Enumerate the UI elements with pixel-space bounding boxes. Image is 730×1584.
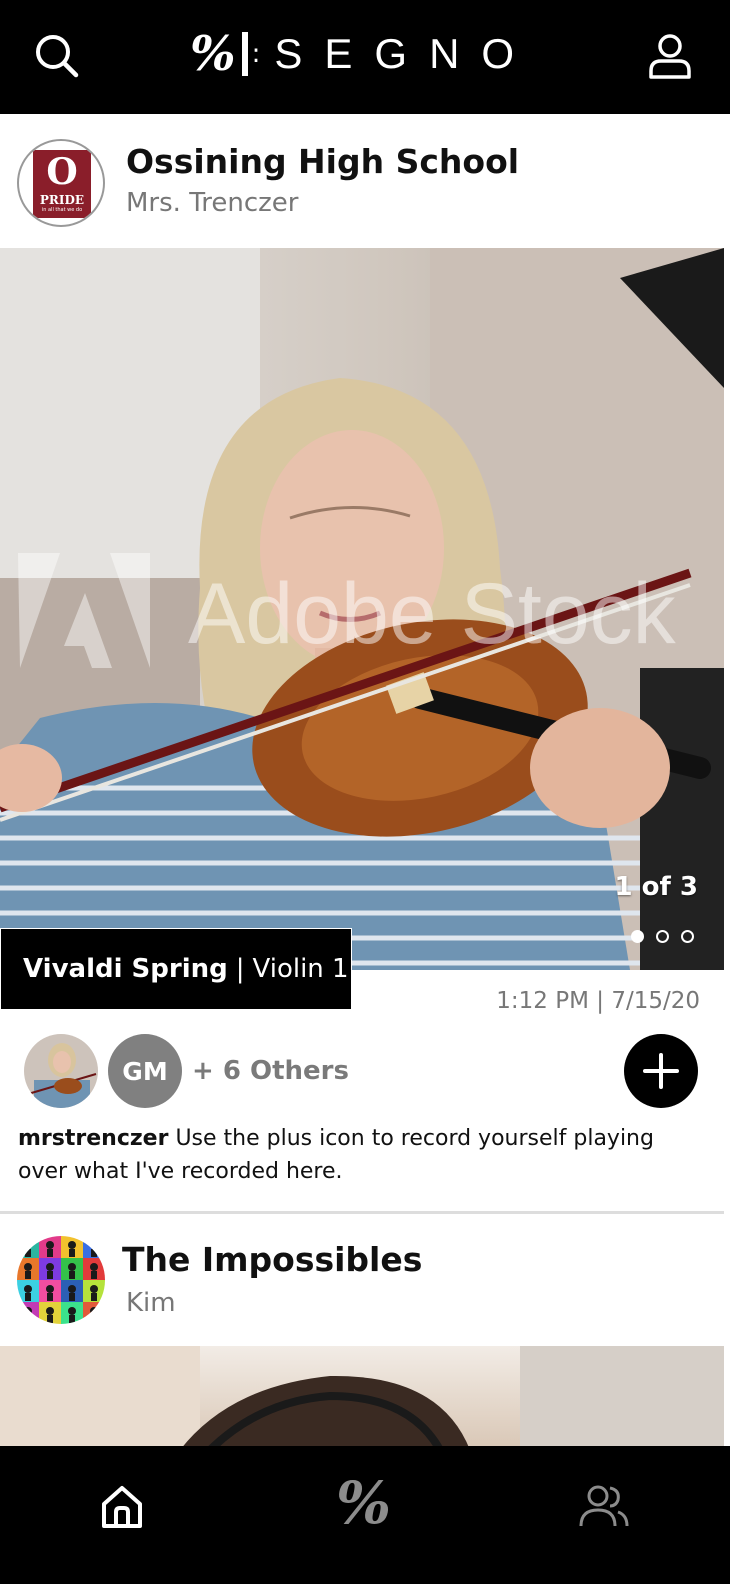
post-header[interactable]: The Impossibles Kim [0,1214,730,1346]
plus-icon [643,1053,679,1089]
top-bar: % : SEGNO [0,0,730,114]
post-photo[interactable]: Adobe Stock 1 of 3 [0,248,724,970]
search-icon[interactable] [34,33,80,79]
post-photo[interactable] [0,1346,724,1450]
piece-title: Vivaldi Spring [23,954,228,984]
school-avatar[interactable]: O PRIDE in all that we do [17,139,105,227]
slide-counter: 1 of 3 [614,872,698,902]
group-avatar[interactable] [17,1236,105,1324]
add-recording-button[interactable] [624,1034,698,1108]
carousel-dot[interactable] [656,930,669,943]
post-comment: mrstrenczer Use the plus icon to record … [18,1122,658,1188]
comment-username[interactable]: mrstrenczer [18,1126,168,1151]
participant-initials-avatar[interactable]: GM [108,1034,182,1108]
segno-icon[interactable]: % [336,1470,391,1536]
people-icon[interactable] [578,1482,630,1530]
violinist-photo: Adobe Stock [0,248,724,970]
segno-logo-icon: % [190,26,236,82]
user-icon[interactable] [648,33,692,79]
post-header[interactable]: O PRIDE in all that we do Ossining High … [0,114,730,248]
home-icon[interactable] [98,1482,146,1530]
piece-caption[interactable]: Vivaldi Spring | Violin 1 [0,928,352,1010]
participants-row[interactable]: GM + 6 Others [24,1034,349,1108]
carousel-dot[interactable] [631,930,644,943]
carousel-dots[interactable] [631,930,694,943]
part-name: Violin 1 [252,954,349,984]
post-author[interactable]: Mrs. Trenczer [126,188,298,218]
app-title: SEGNO [274,30,537,77]
caption-separator: | [235,954,245,984]
carousel-dot[interactable] [681,930,694,943]
partial-photo [0,1346,724,1450]
pride-logo: O PRIDE in all that we do [33,150,91,218]
post-title[interactable]: The Impossibles [122,1240,422,1279]
other-participants-count[interactable]: + 6 Others [192,1056,349,1086]
post-author[interactable]: Kim [126,1288,176,1318]
participant-photo [24,1034,98,1108]
post-title[interactable]: Ossining High School [126,142,519,181]
watermark-text: Adobe Stock [188,566,677,662]
bottom-nav: % [0,1446,730,1584]
participant-avatar[interactable] [24,1034,98,1108]
group-mosaic-image [17,1236,105,1324]
app-logo: % : SEGNO [190,26,537,82]
post-timestamp: 1:12 PM | 7/15/20 [496,988,700,1014]
